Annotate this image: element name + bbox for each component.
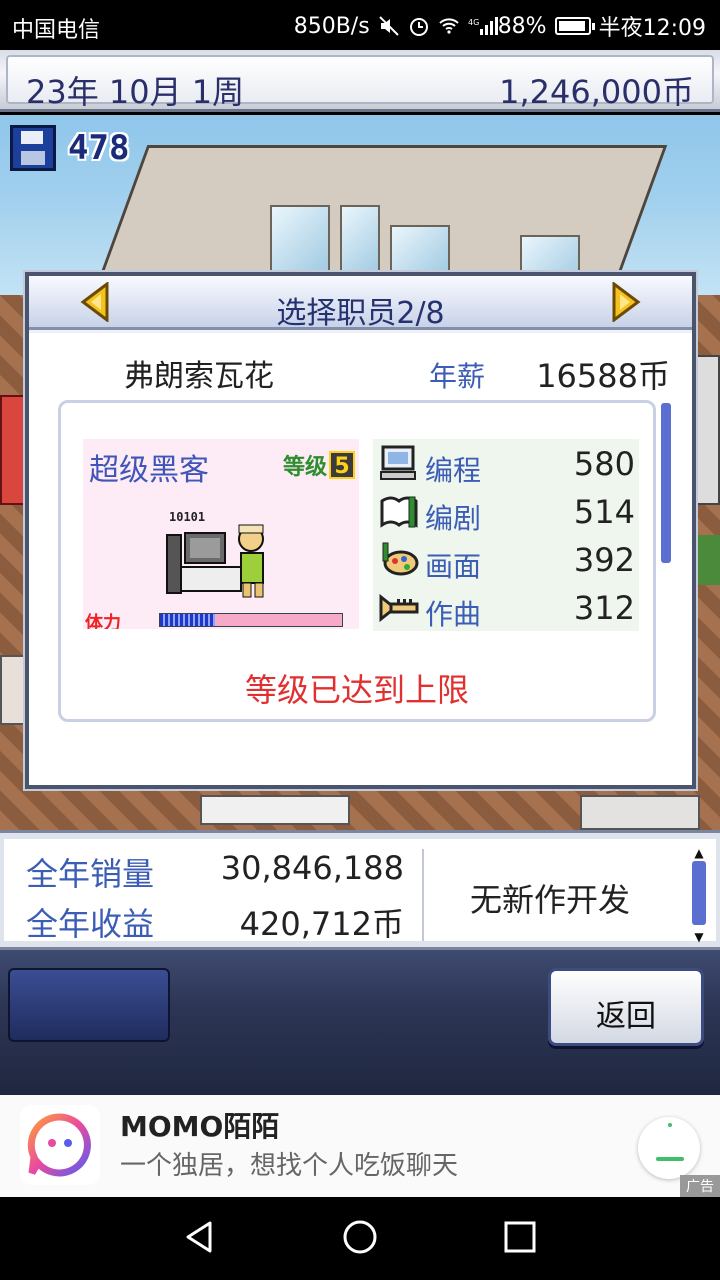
status-bar: 中国电信 850B/s 4G 88% 半夜12:09 xyxy=(0,0,720,50)
stamina-fill xyxy=(160,614,215,626)
nav-back-icon[interactable] xyxy=(180,1217,220,1257)
stat-label: 编程 xyxy=(425,454,482,487)
level-cap-message: 等级已达到上限 xyxy=(244,671,469,709)
clock: 半夜12:09 xyxy=(598,16,706,41)
network-type: 4G xyxy=(468,18,479,27)
dialog-header: 选择职员2/8 xyxy=(29,276,692,331)
money-balance: 1,246,000币 xyxy=(499,73,694,111)
annual-sales-value: 30,846,188 xyxy=(220,849,404,887)
stat-label: 编剧 xyxy=(425,502,482,535)
stat-row-music: 作曲 312 xyxy=(373,583,639,631)
stat-row-graphics: 画面 392 xyxy=(373,535,639,583)
job-panel: 超级黑客 等级 5 10101 体力 xyxy=(83,439,359,629)
stats-panel: 编程 580 编剧 514 画面 392 作曲 312 xyxy=(373,439,639,631)
annual-revenue-value: 420,712币 xyxy=(239,905,404,943)
stat-value: 514 xyxy=(573,493,635,531)
battery-icon xyxy=(554,17,595,35)
ad-title[interactable]: MOMO陌陌 xyxy=(120,1105,279,1145)
navigation-bar xyxy=(0,1197,720,1280)
stamina-label: 体力 xyxy=(85,613,121,629)
job-title: 超级黑客 xyxy=(89,453,209,488)
dialog-body: 弗朗索瓦花 年薪 16588币 超级黑客 等级 5 10101 体力 编程 58… xyxy=(29,333,692,785)
ad-download-icon[interactable] xyxy=(638,1117,700,1179)
development-status: 无新作开发 xyxy=(469,881,630,919)
sprite-code-text: 10101 xyxy=(169,510,205,524)
bottom-controls: 返回 xyxy=(0,950,720,1095)
ad-banner[interactable]: MOMO陌陌 一个独居，想找个人吃饭聊天 广告 xyxy=(0,1095,720,1197)
level-value: 5 xyxy=(329,451,355,479)
stat-value: 580 xyxy=(573,445,635,483)
stat-value: 312 xyxy=(573,589,635,627)
stat-label: 画面 xyxy=(425,550,482,583)
status-icons: 850B/s 4G 88% 半夜12:09 xyxy=(294,10,706,42)
level-badge: 等级 5 xyxy=(283,449,355,481)
stat-row-scenario: 编剧 514 xyxy=(373,487,639,535)
select-staff-dialog: 选择职员2/8 弗朗索瓦花 年薪 16588币 超级黑客 等级 5 10101 xyxy=(25,272,696,789)
scroll-up-icon[interactable]: ▲ xyxy=(692,847,706,859)
annual-sales-label: 全年销量 xyxy=(26,855,155,893)
scroll-down-icon[interactable]: ▼ xyxy=(692,931,706,943)
employee-card[interactable]: 超级黑客 等级 5 10101 体力 编程 580 编剧 514 画面 392 … xyxy=(58,400,671,722)
game-date: 23年 10月 1周 xyxy=(26,73,245,111)
next-staff-arrow-icon[interactable] xyxy=(608,281,642,323)
nav-recents-icon[interactable] xyxy=(500,1217,540,1257)
salary-value: 16588币 xyxy=(536,357,670,395)
summary-divider xyxy=(422,849,424,941)
stat-label: 作曲 xyxy=(425,598,482,631)
battery-percent: 88% xyxy=(497,13,547,39)
stamina-row: 体力 xyxy=(83,609,359,629)
yearly-summary: 全年销量 30,846,188 全年收益 420,712币 无新作开发 ▲ ▼ xyxy=(0,830,720,950)
stat-value: 392 xyxy=(573,541,635,579)
ad-description: 一个独居，想找个人吃饭聊天 xyxy=(120,1151,459,1181)
floppy-save-icon[interactable] xyxy=(10,125,56,171)
ad-label: 广告 xyxy=(680,1175,720,1197)
signal-icon: 4G xyxy=(468,15,498,37)
game-info-bar: 23年 10月 1周 1,246,000币 xyxy=(0,50,720,112)
alarm-icon xyxy=(408,15,430,37)
game-screen: 中国电信 850B/s 4G 88% 半夜12:09 23年 10月 1周 1,… xyxy=(0,0,720,1280)
employee-sprite-icon: 10101 xyxy=(166,510,264,598)
nav-home-icon[interactable] xyxy=(340,1217,380,1257)
carrier-label: 中国电信 xyxy=(12,18,101,43)
script-icon xyxy=(380,496,418,528)
level-label: 等级 xyxy=(282,455,327,480)
wifi-icon xyxy=(438,15,460,37)
dialog-title: 选择职员2/8 xyxy=(276,296,445,331)
back-button[interactable]: 返回 xyxy=(548,968,704,1046)
stamina-bar xyxy=(159,613,343,627)
annual-revenue-label: 全年收益 xyxy=(26,905,155,943)
employee-name: 弗朗索瓦花 xyxy=(124,359,274,394)
computer-icon xyxy=(380,445,416,480)
summary-scrollbar[interactable]: ▲ ▼ xyxy=(692,847,706,943)
momo-logo-icon[interactable] xyxy=(20,1105,100,1185)
paint-icon xyxy=(382,542,419,576)
mute-icon xyxy=(378,15,400,37)
salary-label: 年薪 xyxy=(429,360,486,393)
save-count: 478 xyxy=(68,128,130,168)
empty-menu-slot xyxy=(8,968,170,1042)
stat-row-programming: 编程 580 xyxy=(373,439,639,487)
save-indicator[interactable]: 478 xyxy=(10,125,129,171)
network-speed: 850B/s xyxy=(293,13,370,39)
back-button-label: 返回 xyxy=(596,999,656,1034)
trumpet-icon xyxy=(379,593,419,623)
card-scrollbar[interactable] xyxy=(661,403,671,563)
